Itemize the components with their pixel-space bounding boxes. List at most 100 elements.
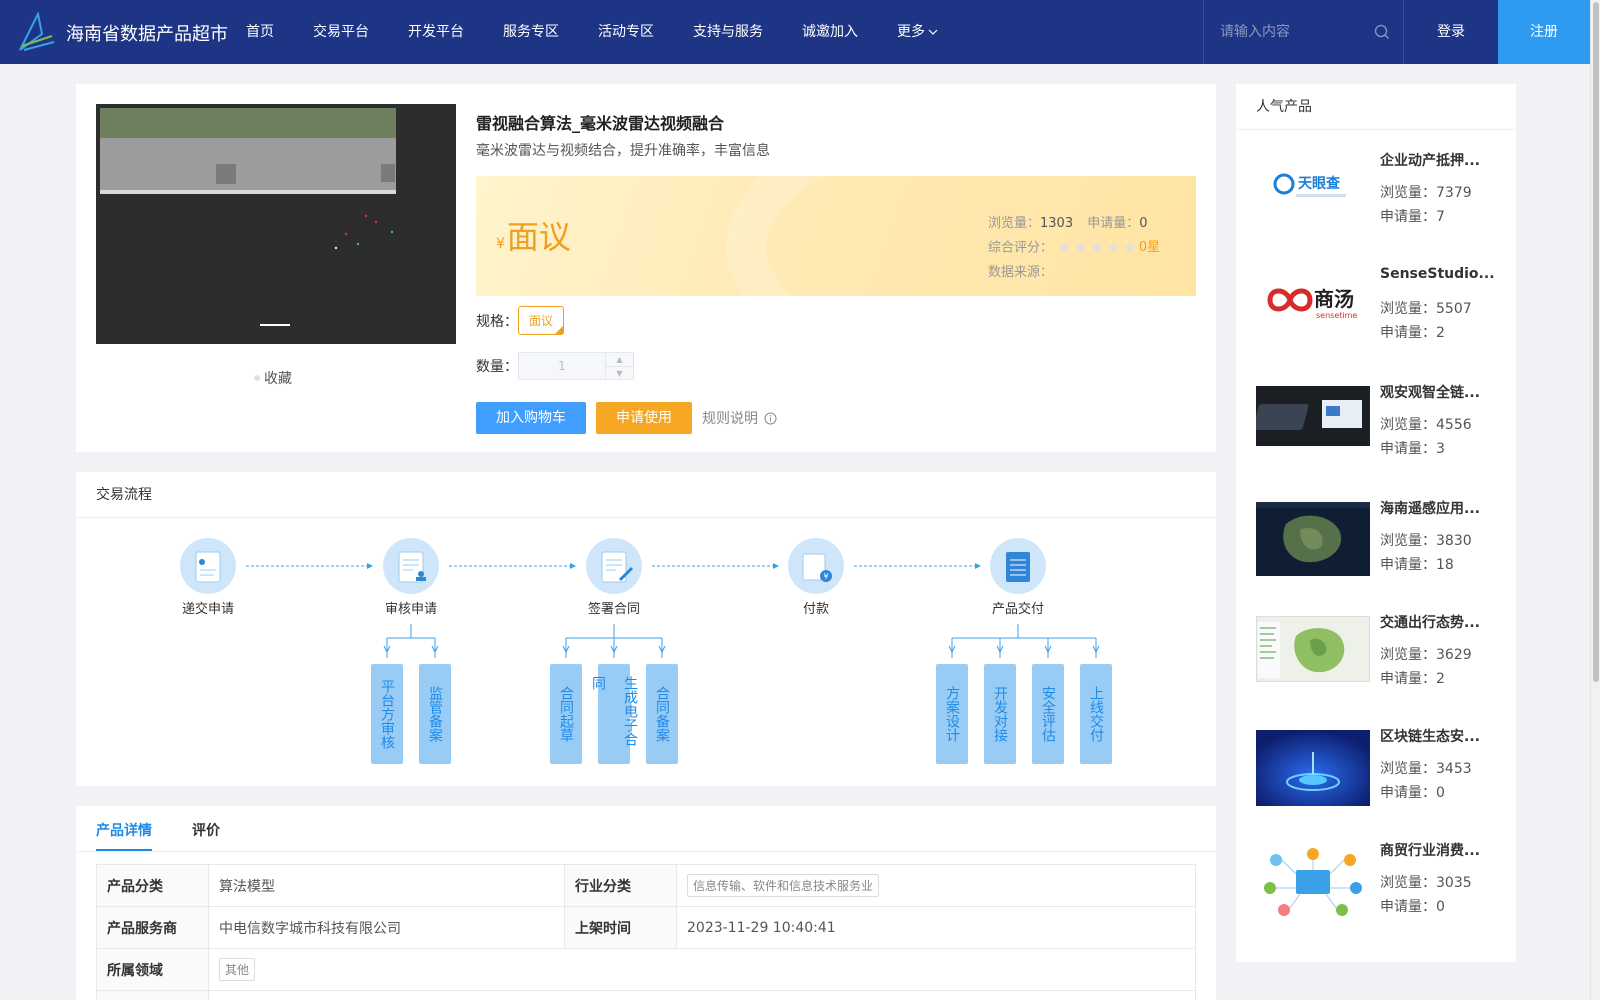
detail-key: 行业分类 [564,864,677,907]
site-logo-icon[interactable] [18,12,56,52]
popular-item[interactable]: 交通出行态势... 浏览量：3629 申请量：2 [1256,615,1506,716]
scrollbar-thumb[interactable] [1593,2,1599,682]
apply-use-button[interactable]: 申请使用 [596,402,692,434]
tianyancha-logo-icon: 天眼查 [1256,154,1370,214]
views-label: 浏览量： [988,216,1041,231]
popular-item[interactable]: 商贸行业消费... 浏览量：3035 申请量：0 [1256,843,1506,944]
detail-value [208,990,1196,1000]
popular-item-name[interactable]: 海南遥感应用... [1380,498,1504,518]
popular-thumbnail [1256,844,1370,922]
nav-more[interactable]: 更多 [897,0,938,64]
page-scrollbar[interactable] [1590,0,1600,1000]
spec-option[interactable]: 面议 [518,306,565,335]
views-value: 3830 [1436,533,1472,549]
views-value: 7379 [1436,185,1472,201]
views-label: 浏览量： [1380,875,1436,891]
applies-value: 3 [1436,441,1445,457]
top-nav-bar: 海南省数据产品超市 首页 交易平台 开发平台 服务专区 活动专区 支持与服务 诚… [0,0,1590,64]
product-description: 毫米波雷达与视频结合，提升准确率，丰富信息 [476,143,770,159]
tab-product-details[interactable]: 产品详情 [96,820,152,840]
popular-item-applies: 申请量：0 [1380,896,1445,916]
views-value: 5507 [1436,301,1472,317]
popular-item-name[interactable]: SenseStudio... [1380,266,1504,282]
nav-home[interactable]: 首页 [246,0,274,64]
popular-item-name[interactable]: 观安观智全链... [1380,382,1504,402]
nav-dev-platform[interactable]: 开发平台 [408,0,464,64]
search-icon[interactable] [1374,24,1390,40]
active-tab-indicator [96,849,152,851]
popular-item[interactable]: 天眼查 企业动产抵押... 浏览量：7379 申请量：7 [1256,153,1506,254]
detail-value: 中电信数字城市科技有限公司 [208,906,565,949]
login-button[interactable]: 登录 [1403,0,1498,64]
popular-item[interactable]: 海南遥感应用... 浏览量：3830 申请量：18 [1256,501,1506,602]
sub-step-platform-review: 平台方审核 [371,664,403,764]
rating-text: 0星 [1138,240,1161,255]
applies-label: 申请量： [1087,216,1140,231]
product-image-art [96,104,456,344]
popular-item-views: 浏览量：7379 [1380,182,1472,202]
chevron-down-icon [928,29,938,35]
popular-item-applies: 申请量：2 [1380,322,1445,342]
views-label: 浏览量： [1380,533,1436,549]
product-title: 雷视融合算法_毫米波雷达视频融合 [476,114,725,133]
views-value: 3629 [1436,647,1472,663]
detail-key: 产品分类 [96,864,209,907]
popular-item-views: 浏览量：3453 [1380,758,1472,778]
nav-activity-zone[interactable]: 活动专区 [598,0,654,64]
popular-thumbnail: 天眼查 [1256,154,1370,214]
detail-value: 其他 [208,948,1196,991]
popular-item-applies: 申请量：3 [1380,438,1445,458]
thumb-logo-text: 天眼查 [1298,175,1341,192]
popular-item-applies: 申请量：0 [1380,782,1445,802]
popular-item-name[interactable]: 商贸行业消费... [1380,840,1504,860]
detail-tabs: 产品详情 评价 [76,806,1216,852]
site-title[interactable]: 海南省数据产品超市 [66,20,228,46]
views-label: 浏览量： [1380,185,1436,201]
popular-item-name[interactable]: 区块链生态安... [1380,726,1504,746]
applies-value: 0 [1436,785,1445,801]
step-submit-label: 递交申请 [181,602,234,617]
popular-item-name[interactable]: 交通出行态势... [1380,612,1504,632]
thumb-logo-text: 商汤 [1314,287,1354,311]
trade-flow-panel: 交易流程 ¥ 递交申请 审核申请 签署合同 付款 产品交付 平台方审核 监管备案… [76,472,1216,786]
tab-reviews[interactable]: 评价 [192,820,220,840]
search-box [1203,0,1403,64]
quantity-up-icon[interactable]: ▲ [606,353,633,367]
popular-item-views: 浏览量：3035 [1380,872,1472,892]
sub-step-security-eval: 安全评估 [1032,664,1064,764]
star-icon: ★ [1073,238,1088,257]
quantity-down-icon[interactable]: ▼ [606,367,633,380]
popular-thumbnail [1256,502,1370,576]
sub-step-launch-delivery: 上线交付 [1080,664,1112,764]
add-to-cart-button[interactable]: 加入购物车 [476,402,586,434]
popular-item-name[interactable]: 企业动产抵押... [1380,150,1504,170]
spec-label: 规格： [476,313,518,330]
register-button[interactable]: 注册 [1498,0,1590,64]
applies-label: 申请量： [1380,899,1436,915]
views-value: 1303 [1040,216,1074,231]
nav-more-label: 更多 [897,24,925,40]
svg-text:¥: ¥ [823,572,828,581]
popular-item[interactable]: 商汤 sensetime SenseStudio... 浏览量：5507 申请量… [1256,266,1506,370]
search-input[interactable] [1220,22,1370,42]
nav-service-zone[interactable]: 服务专区 [503,0,559,64]
applies-label: 申请量： [1380,209,1436,225]
sensetime-logo-icon: 商汤 sensetime [1256,270,1370,330]
rules-link[interactable]: 规则说明 [702,408,777,428]
nav-support[interactable]: 支持与服务 [693,0,763,64]
table-row: 所属领域 其他 [96,948,1196,991]
nav-trading-platform[interactable]: 交易平台 [313,0,369,64]
applies-value: 18 [1436,557,1454,573]
product-image [96,104,456,344]
popular-item[interactable]: 观安观智全链... 浏览量：4556 申请量：3 [1256,385,1506,486]
favorite-button[interactable]: 收藏 [254,368,292,388]
popular-item[interactable]: 区块链生态安... 浏览量：3453 申请量：0 [1256,729,1506,830]
star-icon: ★ [1057,238,1072,257]
views-label: 浏览量： [1380,417,1436,433]
step-submit-icon [180,538,236,594]
views-label: 浏览量： [1380,301,1436,317]
favorite-icon [254,375,260,381]
popular-item-applies: 申请量：7 [1380,206,1445,226]
quantity-input[interactable] [519,353,605,379]
nav-join[interactable]: 诚邀加入 [802,0,858,64]
